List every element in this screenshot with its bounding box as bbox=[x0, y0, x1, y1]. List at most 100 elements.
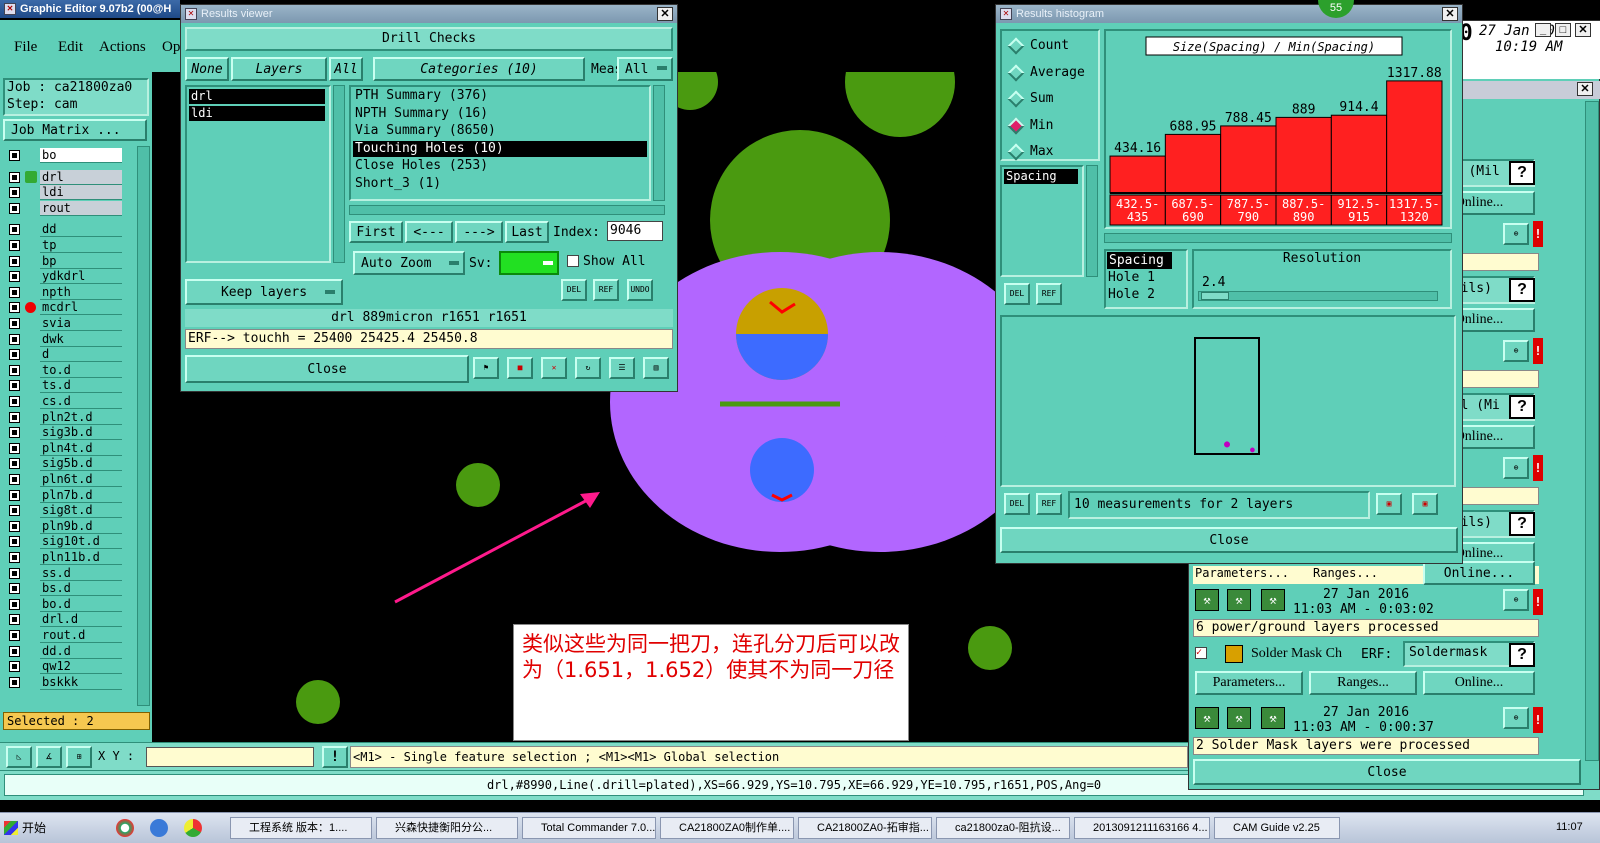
undo-icon[interactable]: UNDO bbox=[627, 279, 653, 301]
category-item[interactable]: NPTH Summary (16) bbox=[353, 106, 647, 123]
layer-name[interactable]: drl.d bbox=[40, 612, 122, 628]
taskbar-item[interactable]: CA21800ZA0制作单.... bbox=[660, 817, 794, 839]
layer-checkbox[interactable] bbox=[9, 380, 20, 392]
layer-name[interactable]: bp bbox=[40, 253, 122, 269]
layer-checkbox[interactable] bbox=[9, 224, 20, 236]
zoom-in-icon[interactable]: ⊕ bbox=[1503, 707, 1529, 729]
layer-name[interactable]: bo.d bbox=[40, 596, 122, 612]
layer-checkbox[interactable] bbox=[9, 676, 20, 688]
layer-row[interactable]: sig5b.d bbox=[6, 456, 122, 472]
layer-row[interactable]: qw12 bbox=[6, 659, 122, 675]
layer-name[interactable]: sig3b.d bbox=[40, 425, 122, 441]
layer-name[interactable]: qw12 bbox=[40, 659, 122, 675]
solder-checkbox[interactable]: ✓ bbox=[1195, 647, 1207, 659]
layer-checkbox[interactable] bbox=[9, 349, 20, 361]
list-icon[interactable]: ☰ bbox=[609, 357, 635, 379]
layer-row[interactable]: sig3b.d bbox=[6, 425, 122, 441]
histogram-close[interactable]: Close bbox=[1000, 527, 1458, 553]
layer-name[interactable]: ldi bbox=[40, 185, 122, 201]
radio-icon[interactable] bbox=[1007, 117, 1025, 134]
stat-option[interactable]: Average bbox=[1002, 64, 1098, 84]
taskbar-item[interactable]: ca21800za0-阻抗设... bbox=[936, 817, 1070, 839]
categories-button[interactable]: Categories (10) bbox=[373, 57, 585, 81]
layer-checkbox[interactable] bbox=[9, 150, 20, 161]
help-button[interactable]: ? bbox=[1509, 395, 1535, 419]
category-item[interactable]: Via Summary (8650) bbox=[353, 123, 647, 140]
close-icon[interactable]: ✕ bbox=[1577, 82, 1593, 96]
layer-scrollbar[interactable] bbox=[137, 146, 150, 706]
layer-row[interactable]: ldi bbox=[6, 185, 122, 201]
layer-row[interactable]: sig10t.d bbox=[6, 534, 122, 550]
del-icon[interactable]: DEL bbox=[1004, 283, 1030, 305]
layer-select-item[interactable]: ldi bbox=[189, 106, 325, 121]
layer-row[interactable]: ts.d bbox=[6, 378, 122, 394]
layer-checkbox[interactable] bbox=[9, 630, 20, 641]
maximize-icon[interactable]: □ bbox=[1555, 23, 1571, 37]
ref-icon[interactable]: REF bbox=[1036, 493, 1062, 515]
histogram-bar[interactable] bbox=[1275, 116, 1332, 194]
taskbar-item[interactable]: 兴森快捷衡阳分公... bbox=[376, 817, 518, 839]
ranges-button[interactable]: Ranges... bbox=[1309, 671, 1417, 695]
layer-row[interactable]: dd bbox=[6, 222, 122, 238]
layer-row[interactable]: dd.d bbox=[6, 643, 122, 659]
online-button[interactable]: Online... bbox=[1423, 671, 1535, 695]
layer-checkbox[interactable] bbox=[9, 187, 20, 199]
param-list[interactable]: Spacing Hole 1 Hole 2 bbox=[1104, 249, 1188, 309]
layer-row[interactable]: bo bbox=[6, 148, 122, 163]
severity-dropdown[interactable] bbox=[499, 251, 559, 275]
results-viewer-close[interactable]: Close bbox=[185, 355, 469, 383]
layer-name[interactable]: rout.d bbox=[40, 628, 122, 643]
checklist-close[interactable]: Close bbox=[1193, 759, 1581, 785]
auto-zoom-dropdown[interactable]: Auto Zoom bbox=[353, 251, 465, 275]
xy-input[interactable] bbox=[146, 747, 314, 767]
category-list[interactable]: PTH Summary (376) NPTH Summary (16) Via Su… bbox=[349, 85, 651, 201]
measure-list[interactable]: Spacing bbox=[1000, 165, 1084, 277]
help-button[interactable]: ? bbox=[1509, 161, 1535, 185]
measure-item-spacing[interactable]: Spacing bbox=[1004, 169, 1078, 184]
zoom-in-icon[interactable]: ⊕ bbox=[1503, 340, 1529, 362]
category-item[interactable]: Close Holes (253) bbox=[353, 158, 647, 175]
parameters-button[interactable]: Parameters... bbox=[1195, 671, 1303, 695]
taskbar-item[interactable]: 2013091211163166 4... bbox=[1074, 817, 1210, 839]
minimize-icon[interactable]: _ bbox=[1535, 23, 1551, 37]
taskbar-item[interactable]: CAM Guide v2.25 bbox=[1214, 817, 1340, 839]
histogram-chart[interactable]: Size(Spacing) / Min(Spacing) 434.16 432.5-… bbox=[1106, 31, 1450, 227]
none-button[interactable]: None bbox=[185, 57, 229, 81]
browser-icon[interactable] bbox=[116, 819, 134, 837]
erf-icon[interactable]: ✕ bbox=[541, 357, 567, 379]
layer-checkbox[interactable] bbox=[9, 396, 20, 407]
layer-name[interactable]: drl bbox=[40, 169, 122, 185]
layer-checkbox[interactable] bbox=[9, 171, 20, 183]
layer-name[interactable]: pln4t.d bbox=[40, 440, 122, 456]
layer-row[interactable]: to.d bbox=[6, 362, 122, 378]
layer-name[interactable]: dd bbox=[40, 222, 122, 238]
layer-checkbox[interactable] bbox=[9, 364, 20, 376]
zoom-in-icon[interactable]: ⊕ bbox=[1503, 223, 1529, 245]
param-item[interactable]: Hole 2 bbox=[1106, 286, 1172, 303]
layer-name[interactable]: bo bbox=[40, 148, 122, 163]
layer-row[interactable]: bskkk bbox=[6, 674, 122, 690]
layer-row[interactable]: pln7b.d bbox=[6, 487, 122, 503]
menu-actions[interactable]: Actions bbox=[99, 39, 146, 56]
layer-name[interactable]: ydkdrl bbox=[40, 269, 122, 285]
layer-row[interactable]: bp bbox=[6, 253, 122, 269]
histogram-bar[interactable] bbox=[1386, 80, 1443, 194]
job-matrix-button[interactable]: Job Matrix ... bbox=[3, 119, 147, 141]
help-button[interactable]: ? bbox=[1509, 512, 1535, 536]
help-button[interactable]: ? bbox=[1509, 278, 1535, 302]
layer-name[interactable]: ss.d bbox=[40, 565, 122, 581]
zoom-icon[interactable]: ◺ bbox=[6, 746, 32, 768]
histogram-bar[interactable] bbox=[1330, 114, 1388, 194]
layer-checkbox[interactable] bbox=[9, 255, 20, 267]
layer-name[interactable]: npth bbox=[40, 284, 122, 300]
zoom-in-icon[interactable]: ⊕ bbox=[1503, 457, 1529, 479]
menu-edit[interactable]: Edit bbox=[58, 39, 83, 56]
layer-checkbox[interactable] bbox=[9, 645, 20, 657]
layer-checkbox[interactable] bbox=[9, 598, 20, 610]
layer-row[interactable]: ydkdrl bbox=[6, 269, 122, 285]
first-button[interactable]: First bbox=[349, 221, 403, 243]
radio-icon[interactable] bbox=[1007, 37, 1025, 55]
layer-row[interactable]: drl.d bbox=[6, 612, 122, 628]
export-icon[interactable]: ▣ bbox=[1376, 493, 1402, 515]
measure-scrollbar[interactable] bbox=[1086, 165, 1098, 277]
